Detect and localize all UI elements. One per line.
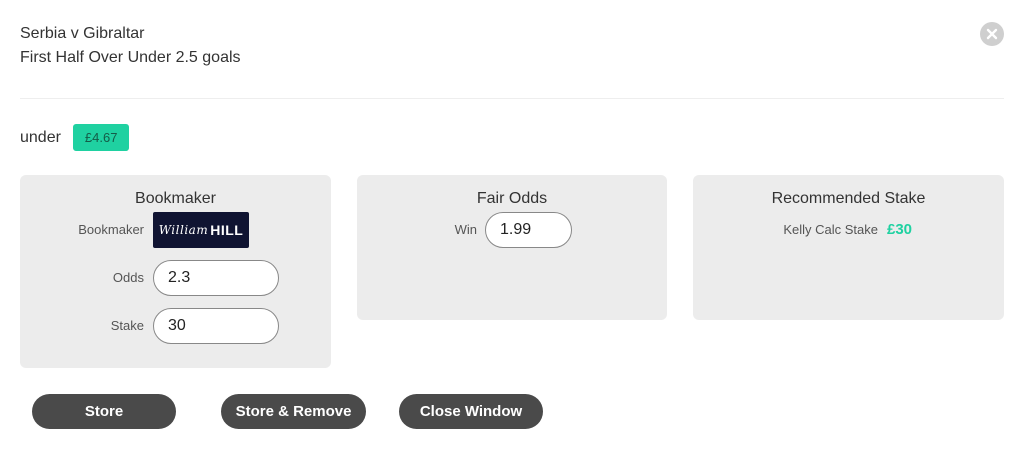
kelly-label: Kelly Calc Stake bbox=[783, 222, 878, 237]
bookmaker-logo-script: William bbox=[158, 223, 209, 237]
selection-badge: £4.67 bbox=[72, 124, 130, 151]
stake-input[interactable] bbox=[153, 308, 279, 344]
fair-odds-panel-title: Fair Odds bbox=[476, 190, 548, 207]
match-title: Serbia v Gibraltar bbox=[20, 25, 145, 42]
selection-row: under £4.67 bbox=[20, 124, 130, 151]
stake-label: Stake bbox=[110, 318, 144, 333]
market-title: First Half Over Under 2.5 goals bbox=[20, 49, 241, 66]
store-button[interactable]: Store bbox=[32, 394, 176, 429]
store-remove-button[interactable]: Store & Remove bbox=[221, 394, 366, 429]
close-button[interactable] bbox=[980, 22, 1004, 46]
win-label: Win bbox=[454, 222, 477, 237]
bet-modal: Serbia v Gibraltar First Half Over Under… bbox=[0, 0, 1024, 451]
modal-header: Serbia v Gibraltar First Half Over Under… bbox=[20, 22, 241, 70]
selection-label: under bbox=[20, 128, 61, 146]
bookmaker-logo[interactable]: William HILL bbox=[153, 212, 249, 248]
bookmaker-panel: Bookmaker Bookmaker William HILL Odds St… bbox=[20, 175, 331, 368]
close-window-button[interactable]: Close Window bbox=[399, 394, 543, 429]
bookmaker-panel-title: Bookmaker bbox=[135, 190, 216, 207]
header-divider bbox=[20, 98, 1004, 99]
odds-label: Odds bbox=[112, 270, 144, 285]
recommended-stake-panel-title: Recommended Stake bbox=[771, 190, 926, 207]
recommended-stake-panel: Recommended Stake Kelly Calc Stake £30 bbox=[693, 175, 1004, 320]
odds-input[interactable] bbox=[153, 260, 279, 296]
close-icon bbox=[986, 28, 998, 40]
kelly-value: £30 bbox=[887, 221, 913, 238]
win-input[interactable] bbox=[485, 212, 572, 248]
bookmaker-label: Bookmaker bbox=[78, 222, 144, 237]
fair-odds-panel: Fair Odds Win bbox=[357, 175, 667, 320]
bookmaker-logo-bold: HILL bbox=[210, 222, 244, 238]
